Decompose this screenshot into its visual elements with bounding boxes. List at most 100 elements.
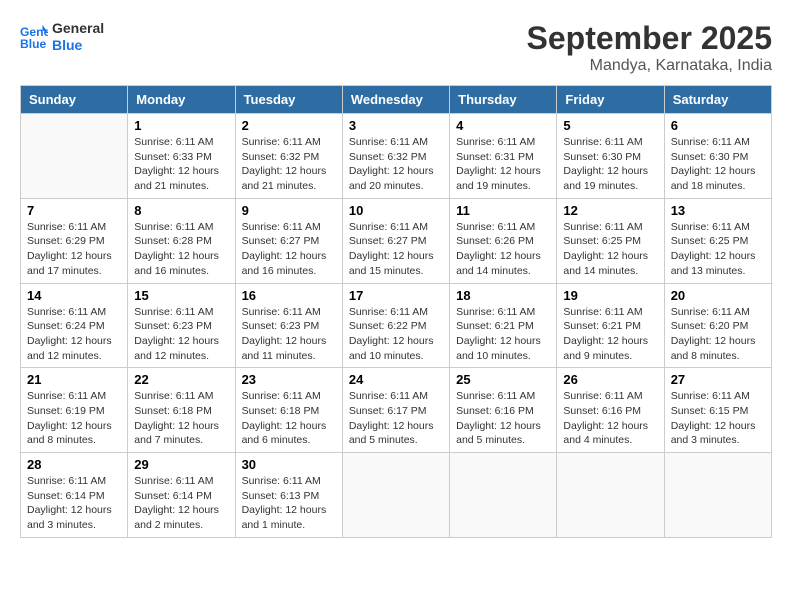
day-info: Sunrise: 6:11 AM Sunset: 6:30 PM Dayligh… — [671, 135, 765, 194]
day-number: 5 — [563, 118, 657, 133]
day-number: 26 — [563, 372, 657, 387]
day-info: Sunrise: 6:11 AM Sunset: 6:16 PM Dayligh… — [456, 389, 550, 448]
day-number: 12 — [563, 203, 657, 218]
calendar-table: SundayMondayTuesdayWednesdayThursdayFrid… — [20, 85, 772, 538]
header-wednesday: Wednesday — [342, 86, 449, 114]
day-info: Sunrise: 6:11 AM Sunset: 6:30 PM Dayligh… — [563, 135, 657, 194]
day-number: 6 — [671, 118, 765, 133]
day-number: 23 — [242, 372, 336, 387]
day-info: Sunrise: 6:11 AM Sunset: 6:21 PM Dayligh… — [456, 305, 550, 364]
day-number: 29 — [134, 457, 228, 472]
day-info: Sunrise: 6:11 AM Sunset: 6:15 PM Dayligh… — [671, 389, 765, 448]
day-info: Sunrise: 6:11 AM Sunset: 6:32 PM Dayligh… — [242, 135, 336, 194]
day-info: Sunrise: 6:11 AM Sunset: 6:32 PM Dayligh… — [349, 135, 443, 194]
header-tuesday: Tuesday — [235, 86, 342, 114]
calendar-cell: 4Sunrise: 6:11 AM Sunset: 6:31 PM Daylig… — [450, 114, 557, 199]
calendar-cell: 13 Sunrise: 6:11 AM Sunset: 6:25 PM Dayli… — [664, 198, 771, 283]
calendar-cell — [450, 453, 557, 538]
calendar-cell — [664, 453, 771, 538]
title-area: September 2025 Mandya, Karnataka, India — [527, 20, 772, 75]
day-info: Sunrise: 6:11 AM Sunset: 6:26 PM Dayligh… — [456, 220, 550, 279]
calendar-cell: 16 Sunrise: 6:11 AM Sunset: 6:23 PM Dayli… — [235, 283, 342, 368]
day-number: 13 — [671, 203, 765, 218]
header-thursday: Thursday — [450, 86, 557, 114]
logo-line1: General — [52, 20, 104, 37]
day-number: 11 — [456, 203, 550, 218]
calendar-cell: 10 Sunrise: 6:11 AM Sunset: 6:27 PM Dayli… — [342, 198, 449, 283]
day-info: Sunrise: 6:11 AM Sunset: 6:14 PM Dayligh… — [134, 474, 228, 533]
day-number: 22 — [134, 372, 228, 387]
day-number: 7 — [27, 203, 121, 218]
day-number: 17 — [349, 288, 443, 303]
day-info: Sunrise: 6:11 AM Sunset: 6:21 PM Dayligh… — [563, 305, 657, 364]
calendar-cell: 18 Sunrise: 6:11 AM Sunset: 6:21 PM Dayli… — [450, 283, 557, 368]
calendar-week-5: 28 Sunrise: 6:11 AM Sunset: 6:14 PM Dayli… — [21, 453, 772, 538]
day-number: 10 — [349, 203, 443, 218]
calendar-cell: 23 Sunrise: 6:11 AM Sunset: 6:18 PM Dayli… — [235, 368, 342, 453]
day-number: 18 — [456, 288, 550, 303]
day-info: Sunrise: 6:11 AM Sunset: 6:19 PM Dayligh… — [27, 389, 121, 448]
calendar-cell: 24Sunrise: 6:11 AM Sunset: 6:17 PM Dayli… — [342, 368, 449, 453]
day-info: Sunrise: 6:11 AM Sunset: 6:16 PM Dayligh… — [563, 389, 657, 448]
calendar-cell: 2 Sunrise: 6:11 AM Sunset: 6:32 PM Daylig… — [235, 114, 342, 199]
calendar-cell: 30 Sunrise: 6:11 AM Sunset: 6:13 PM Dayli… — [235, 453, 342, 538]
header-friday: Friday — [557, 86, 664, 114]
calendar-cell: 19 Sunrise: 6:11 AM Sunset: 6:21 PM Dayli… — [557, 283, 664, 368]
calendar-cell: 15Sunrise: 6:11 AM Sunset: 6:23 PM Dayli… — [128, 283, 235, 368]
svg-text:Blue: Blue — [20, 37, 47, 51]
day-number: 27 — [671, 372, 765, 387]
calendar-cell: 3 Sunrise: 6:11 AM Sunset: 6:32 PM Daylig… — [342, 114, 449, 199]
calendar-cell: 26 Sunrise: 6:11 AM Sunset: 6:16 PM Dayli… — [557, 368, 664, 453]
calendar-cell: 7 Sunrise: 6:11 AM Sunset: 6:29 PM Daylig… — [21, 198, 128, 283]
day-number: 2 — [242, 118, 336, 133]
day-info: Sunrise: 6:11 AM Sunset: 6:33 PM Dayligh… — [134, 135, 228, 194]
calendar-cell: 1 Sunrise: 6:11 AM Sunset: 6:33 PM Daylig… — [128, 114, 235, 199]
day-number: 1 — [134, 118, 228, 133]
calendar-week-3: 14 Sunrise: 6:11 AM Sunset: 6:24 PM Dayli… — [21, 283, 772, 368]
logo-icon: General Blue — [20, 23, 48, 51]
calendar-cell: 20Sunrise: 6:11 AM Sunset: 6:20 PM Dayli… — [664, 283, 771, 368]
calendar-header-row: SundayMondayTuesdayWednesdayThursdayFrid… — [21, 86, 772, 114]
day-info: Sunrise: 6:11 AM Sunset: 6:24 PM Dayligh… — [27, 305, 121, 364]
day-number: 14 — [27, 288, 121, 303]
calendar-cell: 17 Sunrise: 6:11 AM Sunset: 6:22 PM Dayli… — [342, 283, 449, 368]
day-number: 25 — [456, 372, 550, 387]
calendar-cell: 25 Sunrise: 6:11 AM Sunset: 6:16 PM Dayli… — [450, 368, 557, 453]
day-info: Sunrise: 6:11 AM Sunset: 6:22 PM Dayligh… — [349, 305, 443, 364]
logo-line2: Blue — [52, 37, 104, 54]
calendar-cell: 28Sunrise: 6:11 AM Sunset: 6:14 PM Dayli… — [21, 453, 128, 538]
day-number: 28 — [27, 457, 121, 472]
header: General Blue General Blue September 2025… — [20, 20, 772, 75]
day-info: Sunrise: 6:11 AM Sunset: 6:28 PM Dayligh… — [134, 220, 228, 279]
calendar-cell: 21 Sunrise: 6:11 AM Sunset: 6:19 PM Dayli… — [21, 368, 128, 453]
page-subtitle: Mandya, Karnataka, India — [527, 57, 772, 75]
calendar-week-2: 7 Sunrise: 6:11 AM Sunset: 6:29 PM Daylig… — [21, 198, 772, 283]
day-info: Sunrise: 6:11 AM Sunset: 6:23 PM Dayligh… — [134, 305, 228, 364]
calendar-cell — [21, 114, 128, 199]
calendar-cell: 6 Sunrise: 6:11 AM Sunset: 6:30 PM Daylig… — [664, 114, 771, 199]
day-info: Sunrise: 6:11 AM Sunset: 6:25 PM Dayligh… — [671, 220, 765, 279]
calendar-cell: 29 Sunrise: 6:11 AM Sunset: 6:14 PM Dayli… — [128, 453, 235, 538]
day-number: 19 — [563, 288, 657, 303]
day-number: 24 — [349, 372, 443, 387]
day-number: 9 — [242, 203, 336, 218]
day-info: Sunrise: 6:11 AM Sunset: 6:29 PM Dayligh… — [27, 220, 121, 279]
day-number: 3 — [349, 118, 443, 133]
calendar-cell: 12Sunrise: 6:11 AM Sunset: 6:25 PM Dayli… — [557, 198, 664, 283]
calendar-cell: 11 Sunrise: 6:11 AM Sunset: 6:26 PM Dayli… — [450, 198, 557, 283]
calendar-cell: 5 Sunrise: 6:11 AM Sunset: 6:30 PM Daylig… — [557, 114, 664, 199]
day-info: Sunrise: 6:11 AM Sunset: 6:27 PM Dayligh… — [349, 220, 443, 279]
day-info: Sunrise: 6:11 AM Sunset: 6:23 PM Dayligh… — [242, 305, 336, 364]
calendar-cell — [557, 453, 664, 538]
calendar-cell: 14 Sunrise: 6:11 AM Sunset: 6:24 PM Dayli… — [21, 283, 128, 368]
calendar-cell: 22Sunrise: 6:11 AM Sunset: 6:18 PM Dayli… — [128, 368, 235, 453]
day-number: 16 — [242, 288, 336, 303]
header-monday: Monday — [128, 86, 235, 114]
logo: General Blue General Blue — [20, 20, 104, 54]
calendar-week-1: 1 Sunrise: 6:11 AM Sunset: 6:33 PM Daylig… — [21, 114, 772, 199]
calendar-cell: 8Sunrise: 6:11 AM Sunset: 6:28 PM Daylig… — [128, 198, 235, 283]
day-info: Sunrise: 6:11 AM Sunset: 6:13 PM Dayligh… — [242, 474, 336, 533]
day-number: 21 — [27, 372, 121, 387]
day-info: Sunrise: 6:11 AM Sunset: 6:18 PM Dayligh… — [242, 389, 336, 448]
day-number: 30 — [242, 457, 336, 472]
